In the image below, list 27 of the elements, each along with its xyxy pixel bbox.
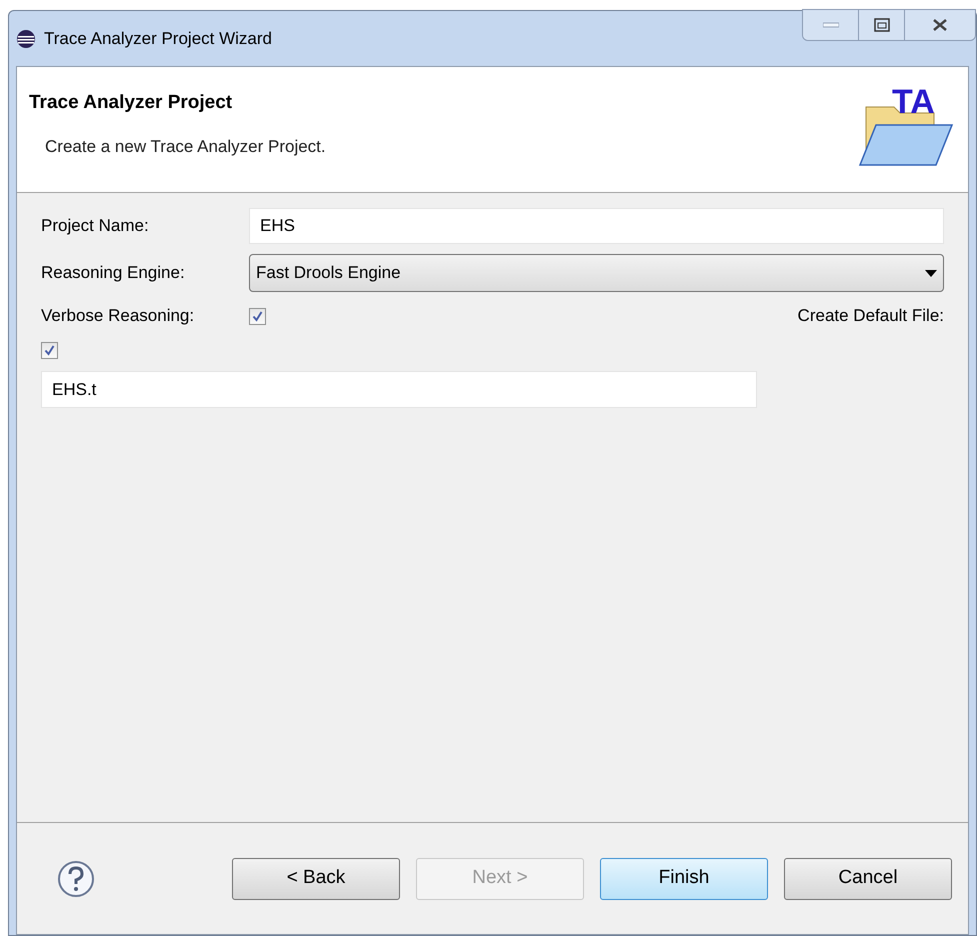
close-button[interactable] [905,10,975,40]
close-icon [931,18,949,32]
wizard-button[interactable]: Cancel [784,858,952,900]
wizard-button[interactable]: Finish [600,858,768,900]
engine-dropdown[interactable]: Fast Drools Engine [249,254,944,292]
maximize-button[interactable] [859,10,905,40]
dropdown-value: Fast Drools Engine [256,262,401,284]
wizard-button[interactable]: < Back [232,858,400,900]
page-title: Trace Analyzer Project [29,91,234,115]
window-title: Trace Analyzer Project Wizard [44,28,272,50]
field-label: Project Name: [41,215,150,238]
project-name-field[interactable]: EHS [249,208,944,244]
checkmark-icon [44,344,55,356]
checkbox[interactable] [41,342,58,358]
field-label: Verbose Reasoning: [41,305,196,328]
dropdown-arrow-icon [925,270,937,276]
maximize-icon [874,18,890,32]
page-description: Create a new Trace Analyzer Project. [45,136,326,158]
field-label: Reasoning Engine: [41,262,186,284]
field-label: Create Default File: [798,305,944,328]
minimize-icon [822,22,838,28]
app-icon [16,28,36,48]
file-name-field[interactable]: EHS.t [41,371,757,408]
checkmark-icon [252,310,263,322]
help-icon[interactable] [57,860,95,898]
checkbox[interactable] [249,308,266,324]
logo-text: TA [892,85,935,119]
